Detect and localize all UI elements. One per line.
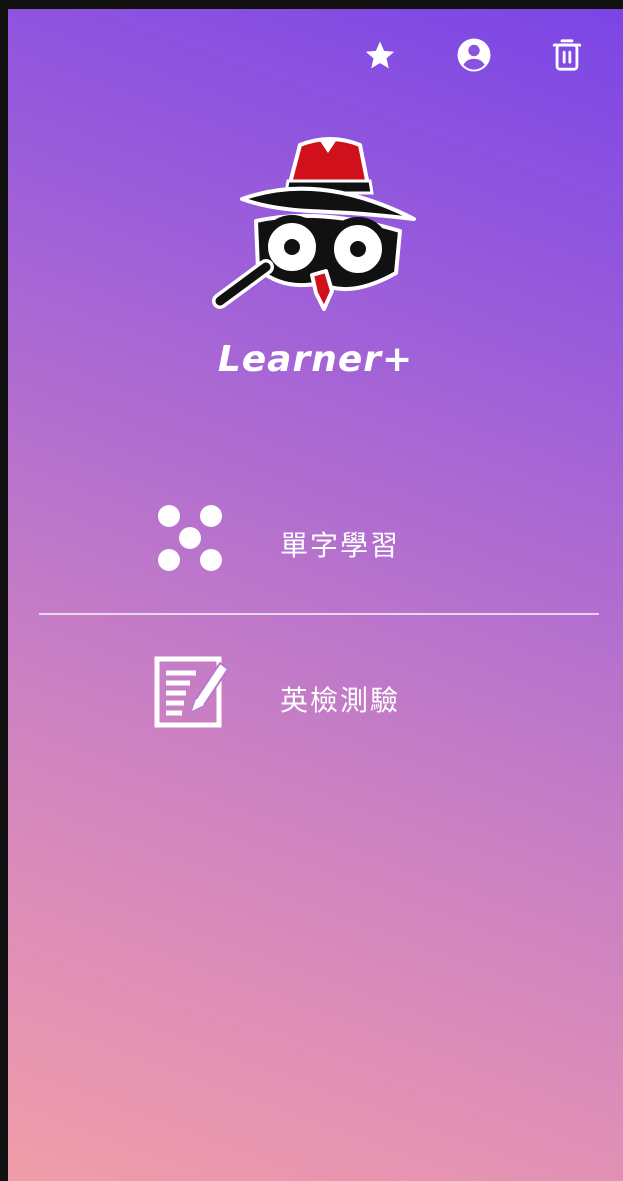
trash-icon[interactable] (547, 35, 587, 75)
app-screen: Learner+ 單字學習 英檢測驗 (8, 9, 623, 1181)
star-icon[interactable] (360, 35, 400, 75)
dots-pattern-icon (152, 501, 228, 577)
menu-item-label: 單字學習 (280, 529, 401, 562)
app-title: Learner+ (217, 339, 414, 380)
menu-item-vocabulary[interactable]: 單字學習 (8, 484, 623, 594)
document-pencil-icon (152, 653, 229, 729)
owl-detective-logo (200, 123, 420, 323)
account-circle-icon[interactable] (454, 35, 494, 75)
menu-item-label: 英檢測驗 (280, 684, 401, 717)
divider (39, 613, 599, 615)
menu-item-exam[interactable]: 英檢測驗 (8, 639, 623, 749)
